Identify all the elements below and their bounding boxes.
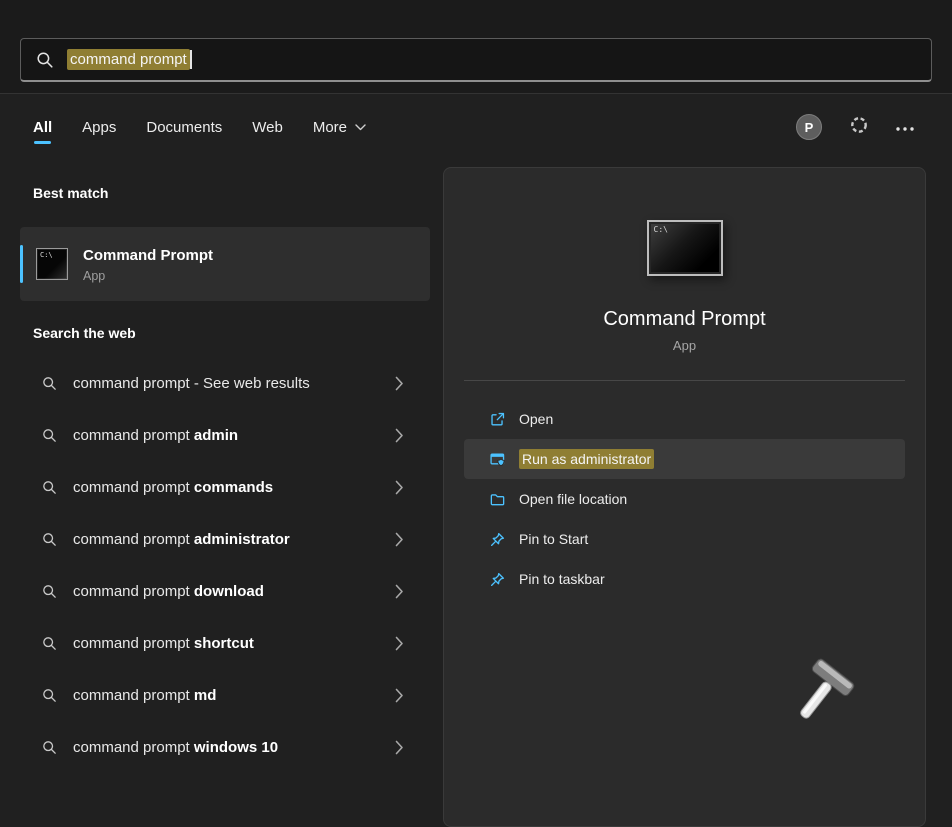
search-icon [42,584,57,599]
suggestion-text: command prompt md [73,687,216,704]
web-suggestions: command prompt - See web results command… [20,357,430,773]
search-icon [36,51,54,69]
suggestion-text: command prompt admin [73,427,238,444]
user-avatar[interactable]: P [796,114,822,140]
suggestion-text: command prompt shortcut [73,635,254,652]
search-query: command prompt [67,49,192,70]
suggestion-text: command prompt administrator [73,531,290,548]
action-pin-to-start[interactable]: Pin to Start [464,519,905,559]
action-pin-to-taskbar[interactable]: Pin to taskbar [464,559,905,599]
hammer-cursor-icon [796,656,868,739]
admin-shield-icon [489,451,506,468]
chevron-right-icon [395,636,404,651]
action-label: Run as administrator [519,449,654,469]
chevron-right-icon [395,740,404,755]
search-suggestion-row[interactable]: command prompt admin [20,409,430,461]
filter-tabs: All Apps Documents Web More [33,107,366,147]
tab-web[interactable]: Web [252,107,283,147]
tab-more[interactable]: More [313,107,366,147]
best-match-meta: Command Prompt App [83,246,213,283]
action-open[interactable]: Open [464,399,905,439]
action-list: Open Run as administrator Open file loca… [464,399,905,599]
tab-label: Apps [82,119,116,136]
action-label: Open file location [519,491,627,507]
ellipsis-icon [896,118,914,136]
icon-shine [37,249,67,279]
action-label: Open [519,411,553,427]
more-options-button[interactable] [896,118,914,136]
search-icon [42,376,57,391]
open-in-new-icon [489,411,506,428]
preview-app-subtitle: App [673,338,696,353]
search-icon [42,532,57,547]
selection-accent-bar [20,245,23,283]
chevron-right-icon [395,376,404,391]
search-suggestion-row[interactable]: command prompt - See web results [20,357,430,409]
chevron-right-icon [395,584,404,599]
tab-label: Documents [146,119,222,136]
preview-panel: C:\ Command Prompt App Open Run as admin… [443,167,926,827]
text-caret [190,50,192,69]
best-match-title: Command Prompt [83,246,213,266]
tab-label: Web [252,119,283,136]
best-match-heading: Best match [33,183,430,203]
suggestion-text: command prompt windows 10 [73,739,278,756]
command-prompt-icon-large: C:\ [647,220,723,276]
tab-all[interactable]: All [33,107,52,147]
action-run-as-administrator[interactable]: Run as administrator [464,439,905,479]
settings-button[interactable] [849,115,869,140]
chevron-down-icon [355,124,366,131]
search-header: command prompt [0,0,952,94]
search-icon [42,480,57,495]
command-prompt-icon: C:\ [36,248,68,280]
best-match-subtitle: App [83,269,213,283]
action-label: Pin to Start [519,531,588,547]
pin-icon [489,571,506,588]
search-icon [42,636,57,651]
header-actions: P [796,114,914,140]
chevron-right-icon [395,480,404,495]
divider [464,380,905,381]
avatar-letter: P [805,120,814,135]
chevron-right-icon [395,688,404,703]
best-match-item[interactable]: C:\ Command Prompt App [20,227,430,301]
search-results: Best match C:\ Command Prompt App Search… [0,167,952,827]
search-suggestion-row[interactable]: command prompt administrator [20,513,430,565]
chevron-right-icon [395,428,404,443]
preview-app-title: Command Prompt [603,308,765,331]
search-icon [42,740,57,755]
results-list: Best match C:\ Command Prompt App Search… [20,167,430,773]
action-label: Pin to taskbar [519,571,605,587]
chevron-right-icon [395,532,404,547]
search-suggestion-row[interactable]: command prompt windows 10 [20,721,430,773]
tab-label: More [313,119,347,136]
windows-search-flyout: command prompt All Apps Documents Web Mo… [0,0,952,827]
suggestion-text: command prompt commands [73,479,273,496]
search-query-text: command prompt [67,49,190,70]
filter-tabs-row: All Apps Documents Web More P [33,107,914,147]
suggestion-text: command prompt - See web results [73,375,310,392]
tab-apps[interactable]: Apps [82,107,116,147]
tab-documents[interactable]: Documents [146,107,222,147]
search-suggestion-row[interactable]: command prompt md [20,669,430,721]
search-input[interactable]: command prompt [20,38,932,82]
action-open-file-location[interactable]: Open file location [464,479,905,519]
search-icon [42,428,57,443]
tab-label: All [33,119,52,136]
search-suggestion-row[interactable]: command prompt shortcut [20,617,430,669]
search-suggestion-row[interactable]: command prompt download [20,565,430,617]
icon-prompt-text: C:\ [654,225,668,234]
search-suggestion-row[interactable]: command prompt commands [20,461,430,513]
gear-icon [849,115,869,140]
search-web-heading: Search the web [33,323,430,343]
search-icon [42,688,57,703]
folder-icon [489,491,506,508]
pin-icon [489,531,506,548]
suggestion-text: command prompt download [73,583,264,600]
